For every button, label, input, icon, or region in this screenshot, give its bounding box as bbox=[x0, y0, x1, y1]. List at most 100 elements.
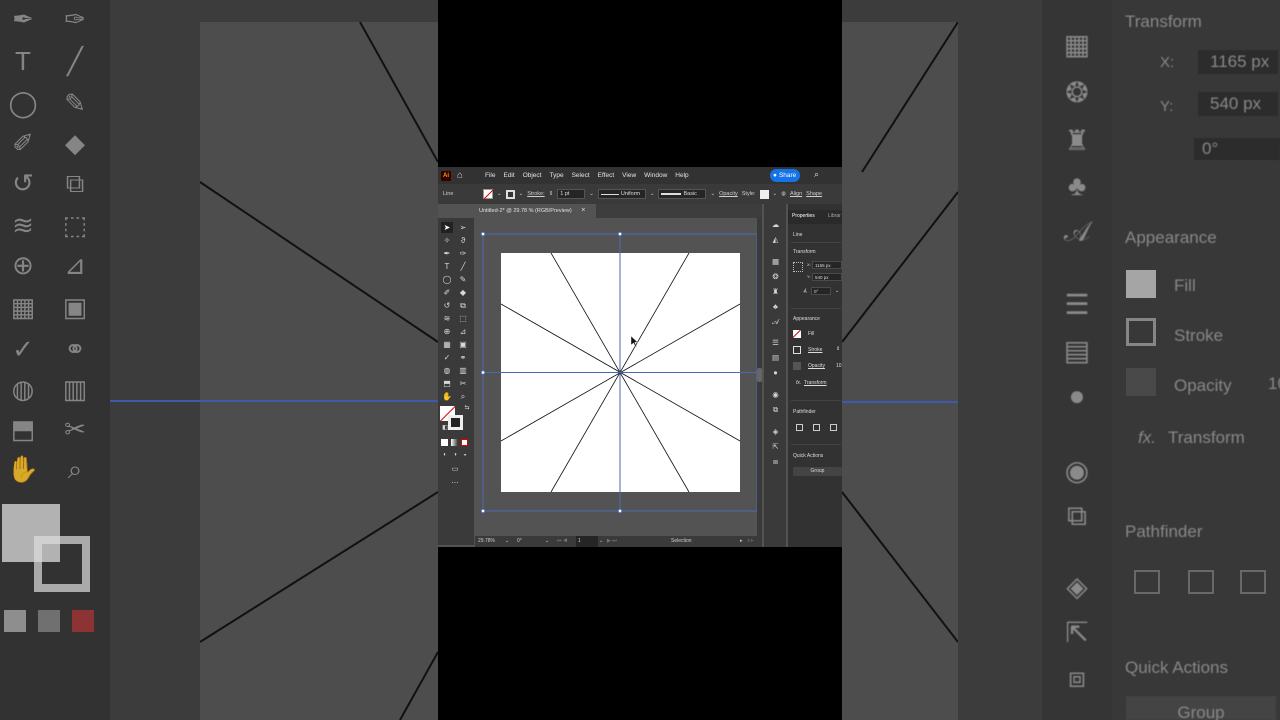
ellipse-tool-icon[interactable]: ◯ bbox=[441, 274, 453, 285]
appearance-icon[interactable]: ◉ bbox=[770, 390, 781, 400]
fill-swatch[interactable] bbox=[793, 330, 801, 338]
scroll-left-icon[interactable]: ‹ › bbox=[748, 536, 753, 547]
default-colors-icon[interactable]: ◧ bbox=[439, 423, 451, 434]
mesh-tool-icon[interactable]: ▦ bbox=[441, 339, 453, 350]
chevron-down-icon[interactable]: ⌄ bbox=[710, 191, 715, 197]
opacity-swatch[interactable] bbox=[793, 362, 801, 370]
graphic-styles-icon[interactable]: ⧉ bbox=[770, 405, 781, 415]
stroke-swatch[interactable] bbox=[793, 346, 801, 354]
zoom-level[interactable]: 29.78% bbox=[478, 536, 495, 547]
selection-handle[interactable] bbox=[481, 232, 485, 236]
screen-mode-icon[interactable]: ▭ bbox=[449, 464, 461, 475]
home-icon[interactable]: ⌂ bbox=[457, 170, 469, 182]
artboard-tool-icon[interactable]: ⬒ bbox=[441, 378, 453, 389]
gradient-mode-icon[interactable] bbox=[451, 439, 458, 446]
free-transform-tool-icon[interactable]: ⬚ bbox=[457, 313, 469, 324]
close-icon[interactable]: × bbox=[581, 207, 585, 214]
brush-definition[interactable]: Basic bbox=[658, 189, 707, 199]
zoom-tool-icon[interactable]: ⌕ bbox=[457, 391, 469, 402]
slice-tool-icon[interactable]: ✂ bbox=[457, 378, 469, 389]
search-icon[interactable]: ⌕ bbox=[814, 169, 819, 180]
cc-libraries-icon[interactable]: ◭ bbox=[770, 235, 781, 245]
angle-field[interactable]: 0° bbox=[811, 287, 831, 295]
eraser-tool-icon[interactable]: ◆ bbox=[457, 287, 469, 298]
shape-label[interactable]: Shape bbox=[806, 191, 822, 197]
status-arrow-icon[interactable]: ▸ bbox=[740, 536, 743, 547]
selection-handle[interactable] bbox=[618, 509, 622, 513]
transform-effect-link[interactable]: Transform bbox=[804, 380, 827, 386]
menu-window[interactable]: Window bbox=[640, 172, 671, 179]
vertical-scrollbar-track[interactable] bbox=[757, 218, 762, 536]
opacity-label[interactable]: Opacity bbox=[719, 191, 738, 197]
first-artboard-icon[interactable]: ⏮ ◀ bbox=[557, 536, 567, 547]
x-field[interactable]: 1165 px bbox=[812, 261, 842, 269]
opacity-value[interactable]: 10 bbox=[836, 363, 842, 369]
variable-width-profile[interactable]: Uniform bbox=[597, 189, 646, 199]
chevron-down-icon[interactable]: ⌄ bbox=[589, 191, 594, 197]
blend-tool-icon[interactable]: ⚭ bbox=[457, 352, 469, 363]
libraries-icon[interactable]: ☁ bbox=[770, 220, 781, 230]
rotation-value[interactable]: 0° bbox=[517, 536, 522, 547]
menu-effect[interactable]: Effect bbox=[594, 172, 619, 179]
stroke-label[interactable]: Stroke: bbox=[527, 191, 544, 197]
reference-point-icon[interactable] bbox=[793, 262, 803, 272]
pathfinder-minus-front-icon[interactable] bbox=[813, 424, 820, 431]
warp-tool-icon[interactable]: ≋ bbox=[441, 313, 453, 324]
rotate-tool-icon[interactable]: ↺ bbox=[441, 300, 453, 311]
menu-select[interactable]: Select bbox=[568, 172, 594, 179]
perspective-grid-tool-icon[interactable]: ⊿ bbox=[457, 326, 469, 337]
fx-label[interactable]: fx. bbox=[796, 380, 801, 386]
selection-handle[interactable] bbox=[481, 509, 485, 513]
pathfinder-unite-icon[interactable] bbox=[796, 424, 803, 431]
layers-icon[interactable]: ◈ bbox=[770, 427, 781, 437]
y-field[interactable]: 540 px bbox=[812, 273, 842, 281]
glyphs-icon[interactable]: 𝒜 bbox=[770, 317, 781, 327]
group-button[interactable]: Group bbox=[793, 467, 842, 476]
recolor-icon[interactable]: ❂ bbox=[770, 272, 781, 282]
fill-none-swatch[interactable] bbox=[483, 189, 493, 199]
chevron-down-icon[interactable]: ⌄ bbox=[650, 191, 655, 197]
chevron-down-icon[interactable]: ⌄ bbox=[519, 191, 524, 197]
menu-help[interactable]: Help bbox=[671, 172, 692, 179]
menu-file[interactable]: File bbox=[481, 172, 499, 179]
symbol-sprayer-tool-icon[interactable]: ◍ bbox=[441, 365, 453, 376]
align-label[interactable]: Align bbox=[790, 191, 802, 197]
pen-tool-icon[interactable]: ✒ bbox=[441, 248, 453, 259]
shaper-tool-icon[interactable]: ✐ bbox=[441, 287, 453, 298]
pathfinder-intersect-icon[interactable] bbox=[830, 424, 837, 431]
stepper-icon[interactable]: ⇕ bbox=[549, 191, 554, 197]
stroke-weight-field[interactable]: 1 pt bbox=[557, 189, 586, 199]
draw-inside-icon[interactable]: ◒ bbox=[459, 450, 471, 461]
shape-builder-tool-icon[interactable]: ⊕ bbox=[441, 326, 453, 337]
more-tools-icon[interactable]: ⋯ bbox=[449, 478, 461, 489]
menu-edit[interactable]: Edit bbox=[499, 172, 518, 179]
scrollbar-thumb[interactable] bbox=[757, 368, 762, 382]
canvas-area[interactable] bbox=[475, 218, 757, 536]
selection-handle[interactable] bbox=[618, 232, 622, 236]
chevron-down-icon[interactable]: ⌄ bbox=[505, 536, 509, 547]
tab-properties[interactable]: Properties bbox=[792, 213, 815, 219]
swap-colors-icon[interactable]: ⇆ bbox=[461, 403, 473, 414]
chevron-down-icon[interactable]: ⌄ bbox=[545, 536, 549, 547]
starburst-artwork[interactable] bbox=[475, 218, 757, 536]
chevron-down-icon[interactable]: ⌄ bbox=[599, 536, 603, 547]
puppet-warp-icon[interactable]: ♜ bbox=[770, 287, 781, 297]
stroke-label[interactable]: Stroke bbox=[808, 347, 822, 353]
stroke-stepper-icon[interactable]: ⇕ bbox=[836, 346, 840, 352]
recolor-icon[interactable]: ◍ bbox=[781, 191, 786, 197]
share-button[interactable]: ● Share bbox=[770, 169, 801, 182]
symbols-icon[interactable]: ♣ bbox=[770, 302, 781, 312]
chevron-down-icon[interactable]: ⌄ bbox=[835, 288, 839, 294]
direct-selection-tool-icon[interactable]: ➢ bbox=[457, 222, 469, 233]
opacity-label[interactable]: Opacity bbox=[808, 363, 825, 369]
menu-type[interactable]: Type bbox=[545, 172, 567, 179]
curvature-tool-icon[interactable]: ✑ bbox=[457, 248, 469, 259]
asset-export-icon[interactable]: ⇱ bbox=[770, 442, 781, 452]
transparency-icon[interactable]: ● bbox=[770, 368, 781, 378]
selection-handle[interactable] bbox=[481, 370, 485, 375]
gradient-panel-icon[interactable]: ▤ bbox=[770, 353, 781, 363]
stroke-swatch[interactable] bbox=[505, 189, 515, 199]
swatches-icon[interactable]: ▦ bbox=[770, 257, 781, 267]
magic-wand-icon[interactable]: ✧ bbox=[441, 235, 453, 246]
align-icon[interactable]: ☰ bbox=[770, 338, 781, 348]
